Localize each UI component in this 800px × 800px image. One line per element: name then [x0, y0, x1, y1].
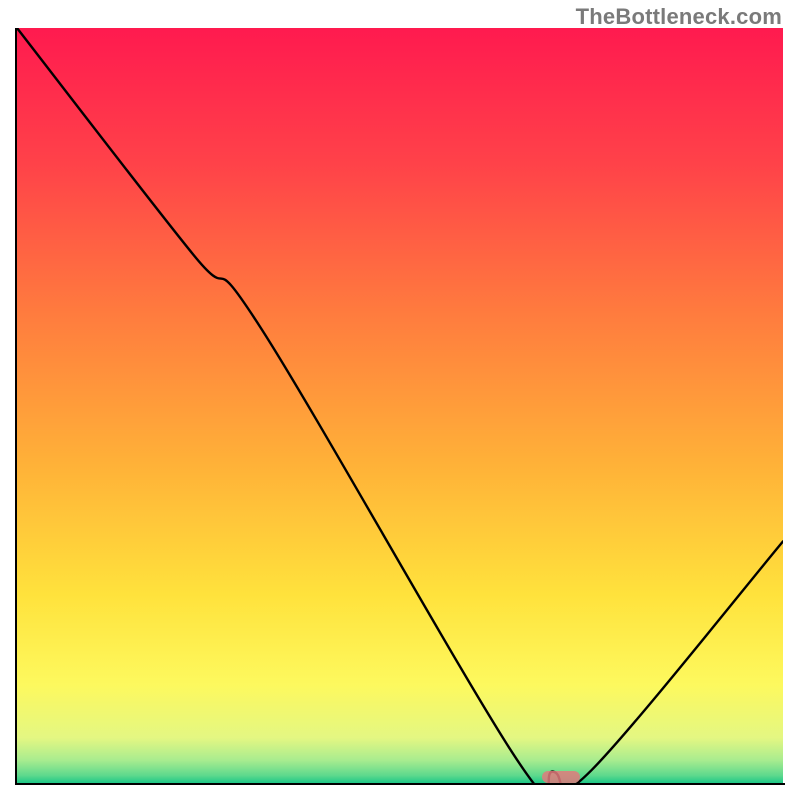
- watermark-text: TheBottleneck.com: [576, 4, 782, 30]
- axes-frame: [15, 28, 785, 785]
- chart-stage: TheBottleneck.com: [0, 0, 800, 800]
